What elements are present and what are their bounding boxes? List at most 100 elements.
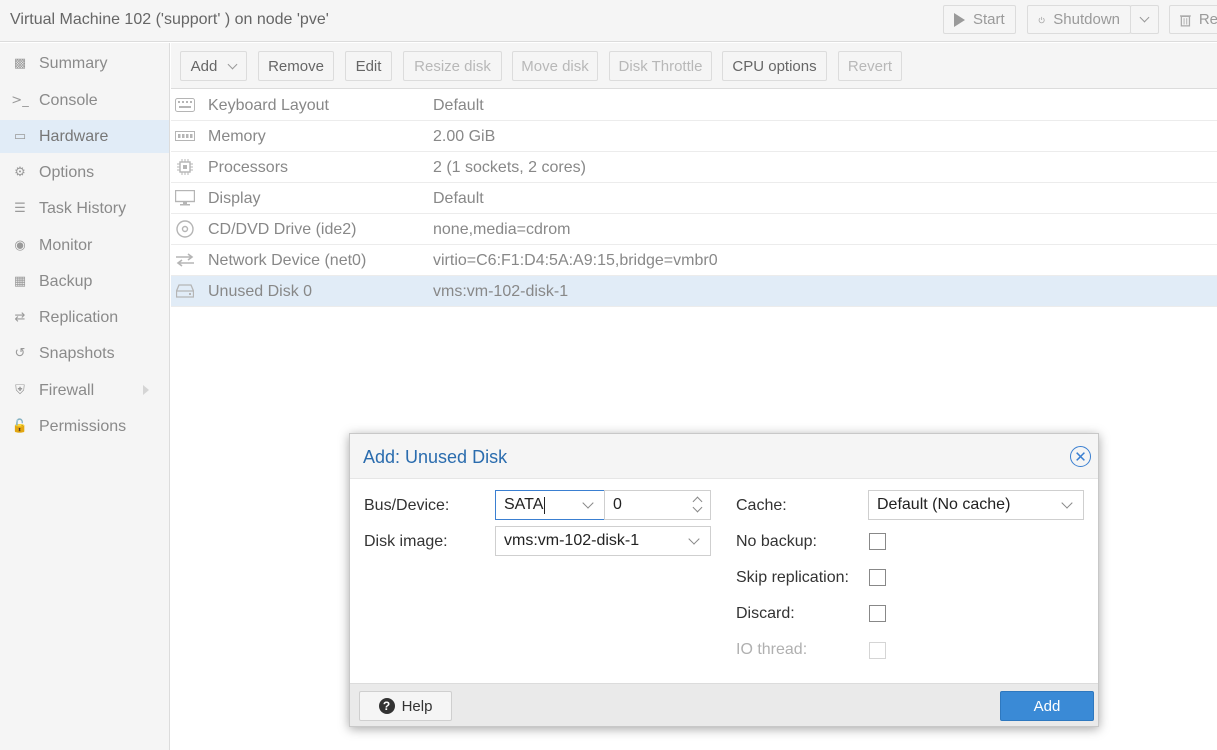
discard-checkbox[interactable] [869,605,886,622]
move-disk-button[interactable]: Move disk [512,51,598,81]
cpu-icon [175,159,195,175]
sidebar-item-permissions[interactable]: 🔓 Permissions [0,410,169,443]
close-icon[interactable]: ✕ [1070,446,1091,467]
table-row[interactable]: Display Default [171,183,1217,214]
shutdown-menu-button[interactable] [1130,5,1159,34]
table-row[interactable]: Processors 2 (1 sockets, 2 cores) [171,152,1217,183]
hardware-value: 2.00 GiB [433,128,496,145]
chevron-down-icon [1061,497,1073,509]
sidebar-item-firewall[interactable]: ⛨ Firewall [0,374,169,407]
floppy-icon: ▦ [13,274,27,289]
table-row[interactable]: Network Device (net0) virtio=C6:F1:D4:5A… [171,245,1217,276]
dialog-title: Add: Unused Disk [363,447,508,467]
help-button[interactable]: ? Help [359,691,452,721]
hardware-name: Network Device (net0) [208,252,367,269]
top-bar: Virtual Machine 102 ('support' ) on node… [0,0,1217,42]
chevron-down-icon [582,497,594,509]
spinner-icon[interactable] [692,494,704,516]
sidebar-item-label: Task History [39,199,127,217]
dialog-header: Add: Unused Disk ✕ [350,434,1098,479]
edit-label: Edit [355,57,382,75]
sidebar-item-task-history[interactable]: ☰ Task History [0,192,169,225]
shutdown-button[interactable]: Shutdown [1027,5,1131,34]
sidebar-item-label: Firewall [39,381,95,399]
revert-button[interactable]: Revert [838,51,902,81]
no-backup-label: No backup: [736,533,817,550]
remove-button[interactable]: Remove [258,51,334,81]
table-row[interactable]: Keyboard Layout Default [171,90,1217,121]
sidebar-item-monitor[interactable]: ◉ Monitor [0,229,169,262]
sidebar-item-console[interactable]: >_ Console [0,84,169,117]
skip-replication-checkbox[interactable] [869,569,886,586]
play-icon [954,12,965,27]
disk-image-select[interactable]: vms:vm-102-disk-1 [495,526,711,556]
expand-arrow-icon[interactable] [143,385,149,395]
sidebar-item-backup[interactable]: ▦ Backup [0,265,169,298]
cpu-options-button[interactable]: CPU options [722,51,827,81]
power-icon [1038,16,1045,23]
shutdown-label: Shutdown [1053,11,1120,28]
exchange-icon [175,252,195,268]
hardware-name: Keyboard Layout [208,97,329,114]
remove-vm-button[interactable]: Re [1169,5,1217,34]
hardware-toolbar: Add Remove Edit Resize disk Move disk Di… [171,43,1217,89]
vm-title: Virtual Machine 102 ('support' ) on node… [10,11,329,28]
hardware-value: virtio=C6:F1:D4:5A:A9:15,bridge=vmbr0 [433,252,718,269]
help-label: Help [401,697,433,715]
sidebar-item-options[interactable]: ⚙ Options [0,156,169,189]
hardware-name: Processors [208,159,289,176]
keyboard-icon [175,97,195,113]
hardware-name: Unused Disk 0 [208,283,313,300]
list-icon: ☰ [14,201,26,216]
remove-vm-label: Re [1198,11,1217,28]
sidebar-item-label: Replication [39,308,119,326]
io-thread-checkbox[interactable] [869,642,886,659]
bus-select[interactable]: SATA [495,490,605,520]
sidebar-item-replication[interactable]: ⇄ Replication [0,301,169,334]
resize-disk-button[interactable]: Resize disk [403,51,502,81]
retweet-icon: ⇄ [14,310,26,325]
history-icon: ↺ [14,346,26,361]
revert-label: Revert [847,57,893,75]
desktop-icon: ▭ [13,129,27,144]
text-cursor [544,496,546,514]
cache-select[interactable]: Default (No cache) [868,490,1084,520]
sidebar-item-label: Console [39,91,98,109]
io-thread-label: IO thread: [736,641,808,658]
cdrom-icon [175,220,195,238]
add-menu-label: Add [190,57,218,75]
device-number-field[interactable]: 0 [604,490,711,520]
no-backup-checkbox[interactable] [869,533,886,550]
device-number-value: 0 [613,496,622,513]
sidebar-item-label: Backup [39,272,93,290]
sidebar-item-summary[interactable]: ▩ Summary [0,47,169,80]
shield-icon: ⛨ [15,383,25,398]
sidebar-item-label: Snapshots [39,344,115,362]
table-row[interactable]: Memory 2.00 GiB [171,121,1217,152]
start-button[interactable]: Start [943,5,1016,34]
add-menu-button[interactable]: Add [180,51,247,81]
table-row[interactable]: CD/DVD Drive (ide2) none,media=cdrom [171,214,1217,245]
sidebar-item-hardware[interactable]: ▭ Hardware [0,120,169,153]
terminal-icon: >_ [11,93,29,108]
desktop-icon [175,190,195,206]
hardware-value: Default [433,97,484,114]
add-button[interactable]: Add [1000,691,1094,721]
sidebar-item-label: Summary [39,54,108,72]
table-row[interactable]: Unused Disk 0 vms:vm-102-disk-1 [171,276,1217,307]
move-disk-label: Move disk [521,57,589,75]
sidebar: ▩ Summary >_ Console ▭ Hardware ⚙ Option… [0,43,170,750]
sidebar-item-snapshots[interactable]: ↺ Snapshots [0,337,169,370]
sidebar-item-label: Monitor [39,236,93,254]
disk-throttle-button[interactable]: Disk Throttle [609,51,712,81]
disk-image-value: vms:vm-102-disk-1 [504,532,640,549]
hardware-name: CD/DVD Drive (ide2) [208,221,357,238]
resize-disk-label: Resize disk [414,57,491,75]
bus-device-label: Bus/Device: [364,497,450,514]
edit-button[interactable]: Edit [345,51,392,81]
skip-replication-label: Skip replication: [736,569,849,586]
start-label: Start [973,11,1005,28]
hardware-name: Display [208,190,261,207]
hardware-grid: Keyboard Layout Default Memory 2.00 GiB … [171,90,1217,307]
sidebar-item-label: Options [39,163,95,181]
